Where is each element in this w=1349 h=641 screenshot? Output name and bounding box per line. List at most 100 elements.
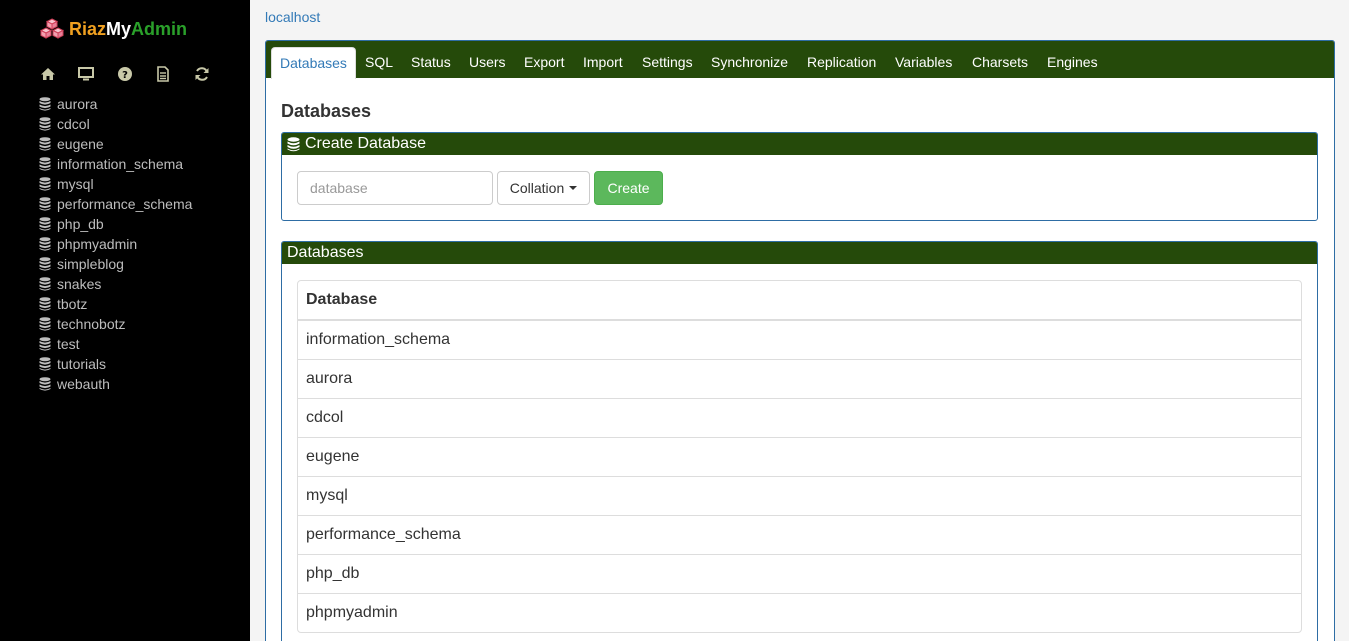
sidebar-db-item[interactable]: performance_schema xyxy=(39,194,192,214)
table-cell-database: eugene xyxy=(306,448,360,465)
sidebar-db-item[interactable]: mysql xyxy=(39,174,192,194)
tab-import[interactable]: Import xyxy=(583,47,623,78)
tab-status[interactable]: Status xyxy=(411,47,451,78)
main-area: localhost Databases SQL Status Users Export I… xyxy=(250,0,1349,641)
database-icon xyxy=(39,277,51,291)
database-icon xyxy=(39,117,51,131)
tab-export[interactable]: Export xyxy=(524,47,564,78)
sidebar-db-label: performance_schema xyxy=(57,196,193,212)
sidebar-db-item[interactable]: test xyxy=(39,334,192,354)
table-cell-database: php_db xyxy=(306,565,360,582)
databases-panel-title: Databases xyxy=(287,244,364,261)
tab-replication[interactable]: Replication xyxy=(807,47,876,78)
database-icon xyxy=(39,377,51,391)
table-row[interactable]: information_schema xyxy=(298,320,1301,359)
sidebar-db-label: mysql xyxy=(57,176,94,192)
tab-sql[interactable]: SQL xyxy=(365,47,393,78)
create-label: Create xyxy=(607,180,650,196)
brand[interactable]: RiazMyAdmin xyxy=(40,17,187,41)
tab-settings[interactable]: Settings xyxy=(642,47,693,78)
sidebar: RiazMyAdmin ? aurora cdcol eugene informati… xyxy=(0,0,250,641)
table-row[interactable]: cdcol xyxy=(298,398,1301,437)
brand-part-my: My xyxy=(106,18,132,39)
help-icon[interactable]: ? xyxy=(115,64,134,83)
sidebar-db-label: cdcol xyxy=(57,116,90,132)
table-cell-database: phpmyadmin xyxy=(306,604,398,621)
sidebar-db-label: phpmyadmin xyxy=(57,236,138,252)
table-cell-database: aurora xyxy=(306,370,353,387)
tab-synchronize[interactable]: Synchronize xyxy=(711,47,788,78)
document-icon[interactable] xyxy=(154,64,173,83)
databases-panel: Databases Database information_schemaaur… xyxy=(281,241,1318,641)
breadcrumb-host[interactable]: localhost xyxy=(265,9,320,25)
sidebar-db-label: simpleblog xyxy=(57,256,124,272)
sidebar-db-item[interactable]: php_db xyxy=(39,214,192,234)
database-icon xyxy=(39,297,51,311)
brand-part-admin: Admin xyxy=(131,18,188,39)
tab-variables[interactable]: Variables xyxy=(895,47,952,78)
table-cell-database: mysql xyxy=(306,487,348,504)
sidebar-db-item[interactable]: phpmyadmin xyxy=(39,234,192,254)
database-icon xyxy=(39,97,51,111)
cubes-logo-icon xyxy=(40,18,64,39)
sidebar-db-item[interactable]: simpleblog xyxy=(39,254,192,274)
sidebar-toolbar: ? xyxy=(38,64,231,83)
refresh-icon[interactable] xyxy=(192,64,211,83)
sidebar-db-item[interactable]: technobotz xyxy=(39,314,192,334)
home-icon[interactable] xyxy=(38,64,57,83)
sidebar-db-item[interactable]: eugene xyxy=(39,134,192,154)
sidebar-db-label: information_schema xyxy=(57,156,184,172)
databases-panel-header: Databases xyxy=(282,242,1317,264)
sidebar-db-label: test xyxy=(57,336,80,352)
sidebar-db-item[interactable]: tutorials xyxy=(39,354,192,374)
tab-engines[interactable]: Engines xyxy=(1047,47,1098,78)
database-icon xyxy=(287,136,300,151)
database-icon xyxy=(39,197,51,211)
table-cell-database: information_schema xyxy=(306,331,451,348)
collation-dropdown[interactable]: Collation xyxy=(497,171,590,205)
table-row[interactable]: phpmyadmin xyxy=(298,593,1301,632)
table-header: Database xyxy=(298,281,1301,320)
create-database-panel: Create Database Collation Create xyxy=(281,132,1318,221)
sidebar-db-item[interactable]: tbotz xyxy=(39,294,192,314)
table-cell-database: performance_schema xyxy=(306,526,461,543)
sidebar-db-item[interactable]: snakes xyxy=(39,274,192,294)
sidebar-db-item[interactable]: information_schema xyxy=(39,154,192,174)
table-row[interactable]: php_db xyxy=(298,554,1301,593)
sidebar-db-label: tutorials xyxy=(57,356,107,372)
tab-users[interactable]: Users xyxy=(469,47,506,78)
table-row[interactable]: performance_schema xyxy=(298,515,1301,554)
create-database-header: Create Database xyxy=(282,133,1317,155)
database-icon xyxy=(39,157,51,171)
monitor-icon[interactable] xyxy=(77,64,96,83)
table-row[interactable]: aurora xyxy=(298,359,1301,398)
databases-table: Database information_schemaaurora cdcol eu… xyxy=(297,280,1302,633)
brand-part-riaz: Riaz xyxy=(69,18,107,39)
database-name-input[interactable] xyxy=(297,171,493,205)
sidebar-db-item[interactable]: webauth xyxy=(39,374,192,394)
create-button[interactable]: Create xyxy=(594,171,663,205)
sidebar-db-item[interactable]: cdcol xyxy=(39,114,192,134)
database-icon xyxy=(39,137,51,151)
sidebar-db-label: webauth xyxy=(57,376,110,392)
column-header-database: Database xyxy=(306,291,378,308)
main-panel: Databases SQL Status Users Export Import Setti… xyxy=(265,40,1335,641)
tab-charsets[interactable]: Charsets xyxy=(972,47,1028,78)
sidebar-db-label: snakes xyxy=(57,276,102,292)
database-icon xyxy=(39,177,51,191)
sidebar-db-item[interactable]: aurora xyxy=(39,94,192,114)
table-cell-database: cdcol xyxy=(306,409,344,426)
table-row[interactable]: mysql xyxy=(298,476,1301,515)
svg-text:?: ? xyxy=(122,70,128,81)
caret-down-icon xyxy=(569,186,578,190)
tab-bar: Databases SQL Status Users Export Import Setti… xyxy=(266,41,1334,79)
collation-label: Collation xyxy=(509,180,565,196)
sidebar-db-label: php_db xyxy=(57,216,104,232)
sidebar-db-label: eugene xyxy=(57,136,104,152)
database-icon xyxy=(39,237,51,251)
database-icon xyxy=(39,317,51,331)
tab-databases[interactable]: Databases xyxy=(271,47,356,79)
sidebar-db-label: aurora xyxy=(57,96,98,112)
page-title: Databases xyxy=(281,101,372,121)
table-row[interactable]: eugene xyxy=(298,437,1301,476)
